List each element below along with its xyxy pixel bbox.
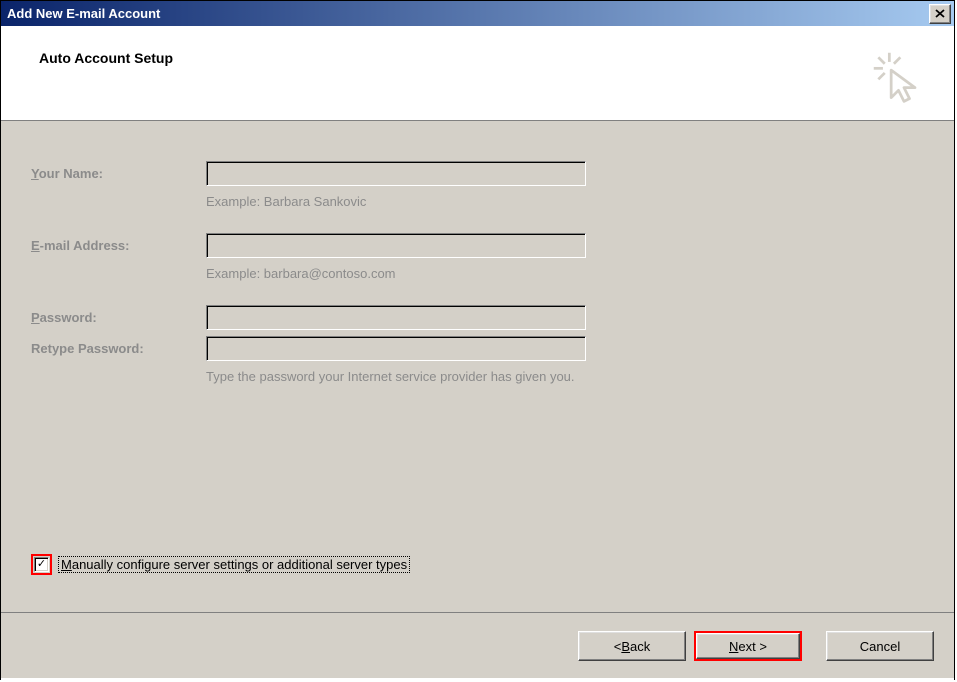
form-area: Your Name: Example: Barbara Sankovic E-m… bbox=[1, 121, 954, 612]
cancel-button[interactable]: Cancel bbox=[826, 631, 934, 661]
password-input bbox=[206, 305, 586, 330]
manual-config-label[interactable]: Manually configure server settings or ad… bbox=[58, 556, 410, 573]
email-input bbox=[206, 233, 586, 258]
close-button[interactable] bbox=[929, 4, 951, 24]
check-icon: ✓ bbox=[37, 559, 46, 570]
email-label: E-mail Address: bbox=[31, 233, 206, 253]
page-title: Auto Account Setup bbox=[39, 50, 173, 66]
next-button[interactable]: Next > bbox=[696, 633, 800, 659]
manual-config-checkbox[interactable]: ✓ bbox=[34, 557, 49, 572]
retype-input bbox=[206, 336, 586, 361]
email-hint: Example: barbara@contoso.com bbox=[206, 266, 586, 281]
back-button[interactable]: < Back bbox=[578, 631, 686, 661]
wizard-footer: < Back Next > Cancel bbox=[1, 612, 954, 679]
name-input bbox=[206, 161, 586, 186]
password-label: Password: bbox=[31, 305, 206, 325]
titlebar[interactable]: Add New E-mail Account bbox=[1, 1, 954, 26]
retype-label: Retype Password: bbox=[31, 336, 206, 356]
name-hint: Example: Barbara Sankovic bbox=[206, 194, 586, 209]
name-label: Your Name: bbox=[31, 161, 206, 181]
window-title: Add New E-mail Account bbox=[7, 6, 929, 21]
cursor-spark-icon bbox=[871, 50, 926, 108]
wizard-header: Auto Account Setup bbox=[1, 26, 954, 121]
close-icon bbox=[935, 9, 945, 18]
retype-hint: Type the password your Internet service … bbox=[206, 369, 586, 384]
